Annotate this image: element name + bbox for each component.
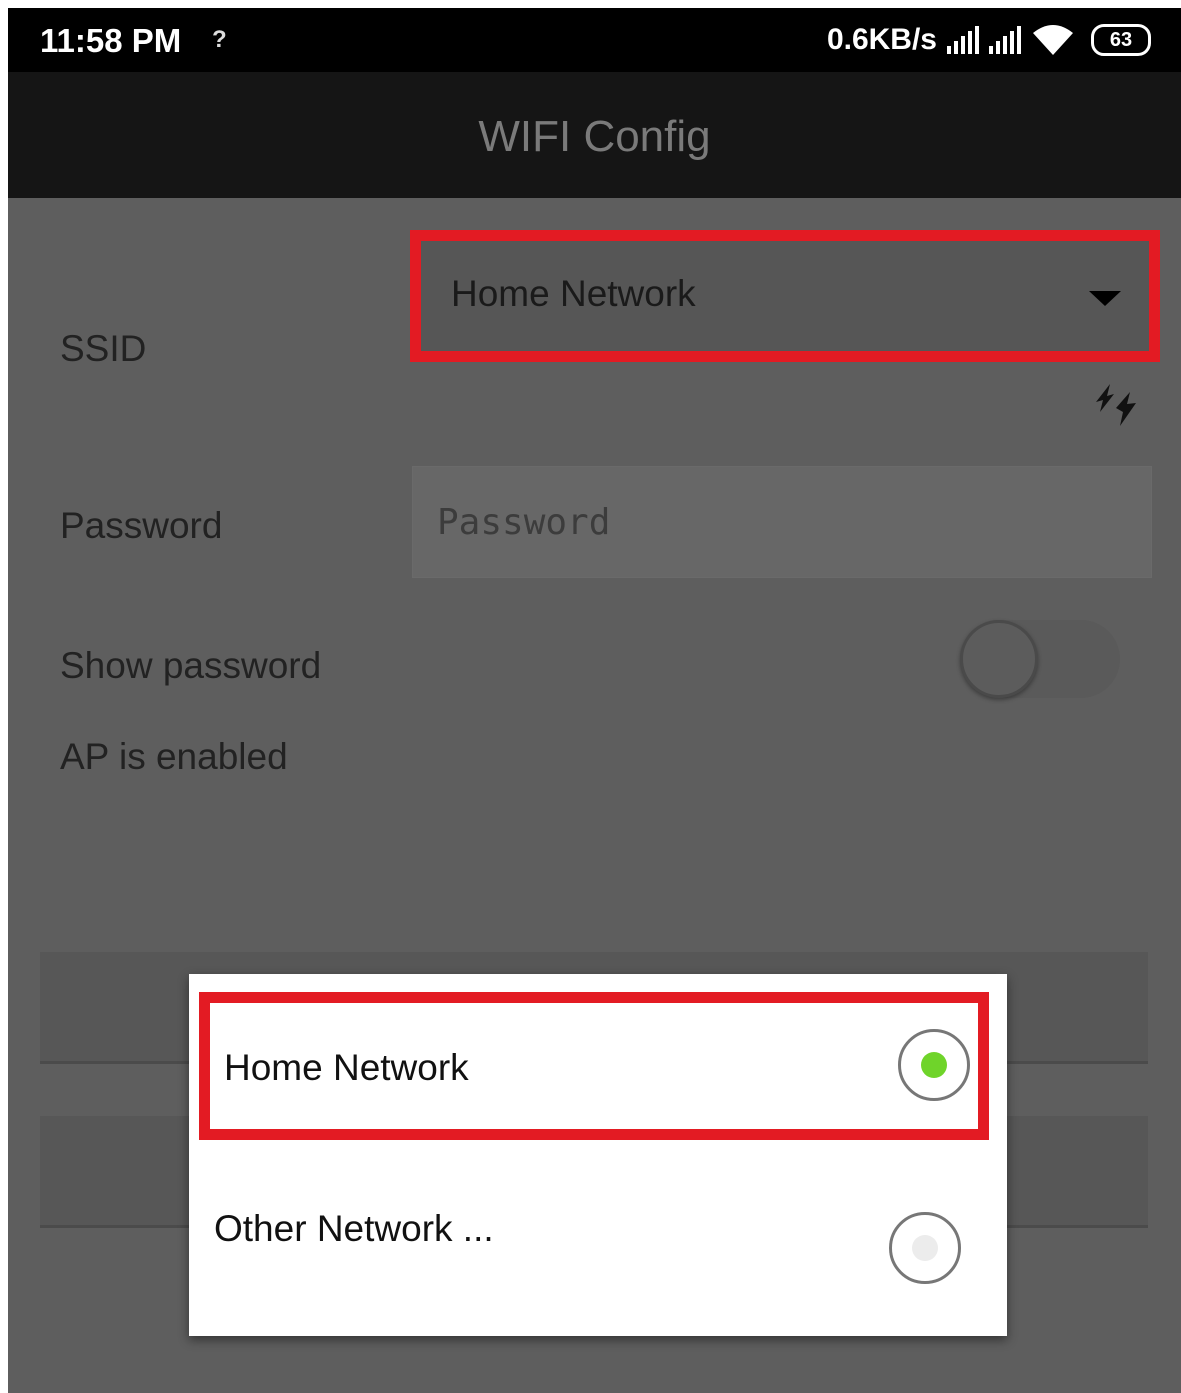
ssid-label: SSID (60, 328, 147, 369)
radio-unselected-icon[interactable] (889, 1212, 961, 1284)
signal-icon (947, 26, 979, 54)
refresh-scan-icon[interactable] (1090, 378, 1142, 430)
ssid-picker-dialog: Home Network Other Network ... (189, 974, 1007, 1336)
ssid-dropdown-value: Home Network (451, 273, 696, 314)
status-bar: 11:58 PM ? 0.6KB/s 63 (8, 8, 1181, 72)
password-label: Password (60, 505, 223, 546)
dropdown-arrow-icon (1089, 291, 1121, 306)
option-label: Home Network (224, 1047, 469, 1088)
ssid-dropdown[interactable]: Home Network (410, 230, 1160, 362)
password-input[interactable] (412, 466, 1152, 578)
signal-icon-2 (989, 26, 1021, 54)
radio-selected-icon[interactable] (898, 1029, 970, 1101)
wifi-icon (1033, 25, 1073, 55)
status-right-group: 0.6KB/s 63 (827, 20, 1151, 60)
radio-dot (912, 1235, 938, 1261)
ap-status-text: AP is enabled (60, 736, 288, 777)
status-unknown-icon: ? (212, 26, 227, 53)
app-title: WIFI Config (478, 112, 711, 161)
option-other-network[interactable]: Other Network ... (189, 1146, 1007, 1316)
screen: 11:58 PM ? 0.6KB/s 63 WIFI Config SSID H… (8, 8, 1181, 1393)
network-speed: 0.6KB/s (826, 23, 937, 56)
battery-icon: 63 (1091, 24, 1151, 56)
option-label: Other Network ... (214, 1208, 494, 1249)
option-home-network[interactable]: Home Network (199, 992, 989, 1140)
show-password-label: Show password (60, 645, 322, 686)
status-time: 11:58 PM (40, 22, 182, 59)
radio-dot (921, 1052, 947, 1078)
app-bar: WIFI Config (8, 72, 1181, 198)
toggle-knob (960, 620, 1038, 698)
